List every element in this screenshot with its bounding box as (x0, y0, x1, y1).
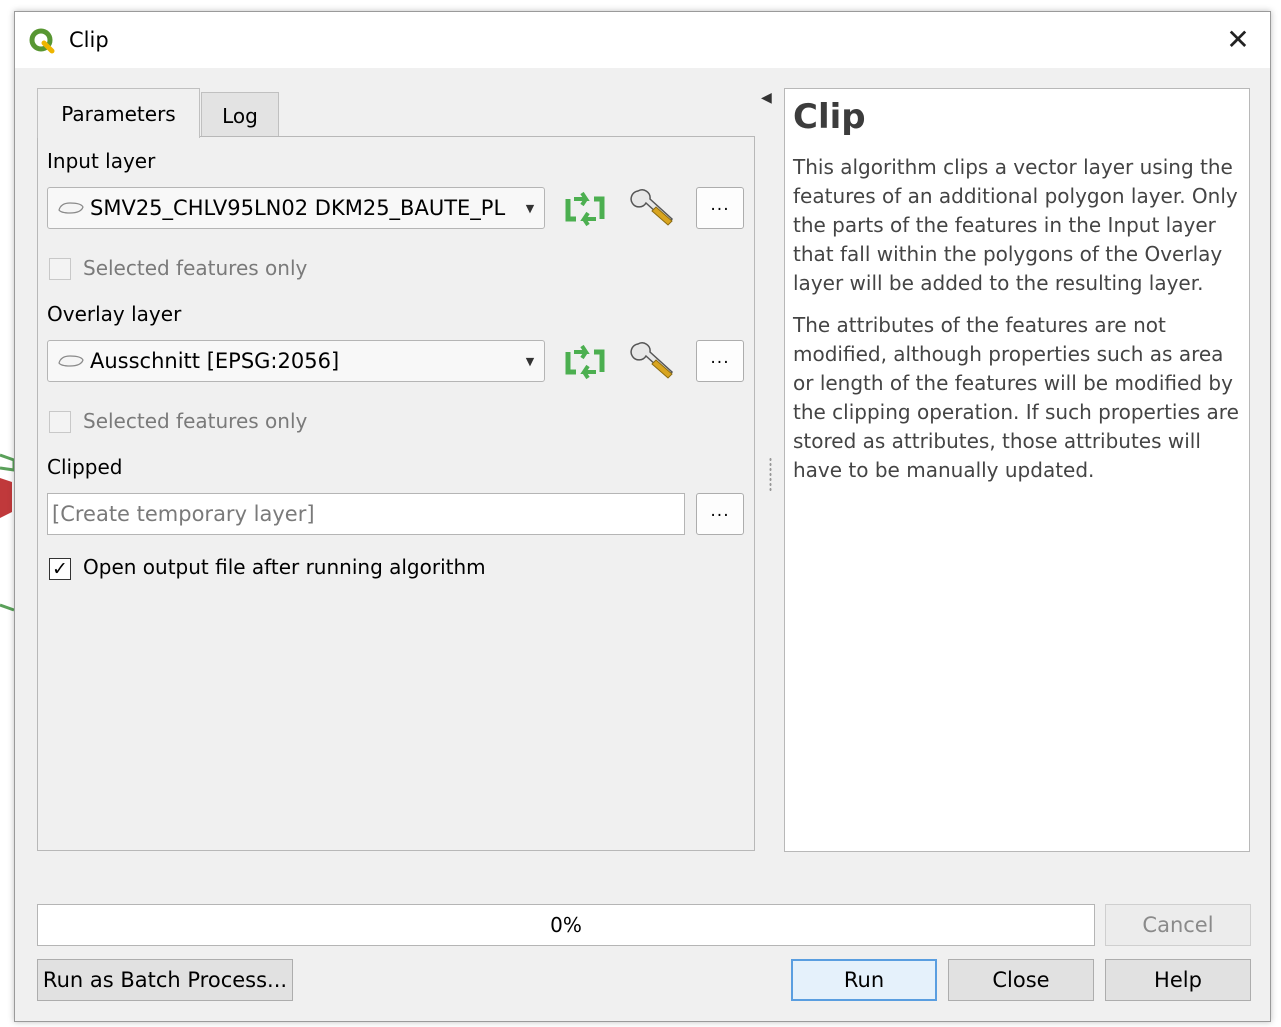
run-button[interactable]: Run (791, 959, 937, 1001)
overlay-layer-browse-button[interactable]: ... (696, 340, 744, 382)
tab-log[interactable]: Log (201, 92, 279, 138)
clipped-browse-button[interactable]: ... (696, 493, 744, 535)
help-paragraph: This algorithm clips a vector layer usin… (793, 155, 1238, 295)
help-button[interactable]: Help (1105, 959, 1251, 1001)
wrench-icon[interactable] (628, 185, 678, 229)
run-as-batch-button[interactable]: Run as Batch Process... (37, 959, 293, 1001)
input-layer-combo[interactable]: SMV25_CHLV95LN02 DKM25_BAUTE_PL ▼ (47, 187, 545, 229)
input-layer-label: Input layer (47, 149, 156, 173)
help-panel: Clip This algorithm clips a vector layer… (784, 88, 1250, 852)
close-icon[interactable]: ✕ (1220, 22, 1256, 58)
polygon-layer-icon (58, 355, 84, 367)
overlay-layer-combo[interactable]: Ausschnitt [EPSG:2056] ▼ (47, 340, 545, 382)
iterate-icon[interactable] (560, 340, 610, 384)
overlay-layer-value: Ausschnitt [EPSG:2056] (90, 349, 340, 373)
parameters-panel: Input layer SMV25_CHLV95LN02 DKM25_BAUTE… (37, 136, 755, 851)
clip-dialog: Clip ✕ Parameters Log Input layer SMV25_… (14, 11, 1271, 1022)
window-title: Clip (69, 28, 109, 52)
overlay-selected-only-checkbox[interactable] (49, 411, 71, 433)
input-layer-value: SMV25_CHLV95LN02 DKM25_BAUTE_PL (90, 196, 506, 220)
progress-bar: 0% (37, 904, 1095, 946)
chevron-down-icon: ▼ (525, 354, 535, 368)
help-title: Clip (793, 97, 866, 137)
close-button[interactable]: Close (948, 959, 1094, 1001)
tab-parameters[interactable]: Parameters (37, 88, 200, 138)
overlay-layer-label: Overlay layer (47, 302, 182, 326)
wrench-icon[interactable] (628, 338, 678, 382)
cancel-button[interactable]: Cancel (1105, 904, 1251, 946)
splitter-handle[interactable] (769, 457, 772, 493)
input-selected-only-checkbox[interactable] (49, 258, 71, 280)
polygon-layer-icon (58, 202, 84, 214)
input-selected-only-label: Selected features only (83, 256, 308, 280)
title-bar: Clip ✕ (15, 12, 1270, 68)
collapse-help-icon[interactable]: ◀ (761, 90, 772, 106)
help-paragraph: The attributes of the features are not m… (793, 313, 1239, 482)
qgis-icon (29, 28, 55, 54)
iterate-icon[interactable] (560, 187, 610, 231)
open-output-label: Open output file after running algorithm (83, 555, 486, 579)
clipped-label: Clipped (47, 455, 123, 479)
open-output-checkbox[interactable]: ✓ (49, 558, 71, 580)
clipped-output-field[interactable]: [Create temporary layer] (47, 493, 685, 535)
chevron-down-icon: ▼ (525, 201, 535, 215)
overlay-selected-only-label: Selected features only (83, 409, 308, 433)
input-layer-browse-button[interactable]: ... (696, 187, 744, 229)
